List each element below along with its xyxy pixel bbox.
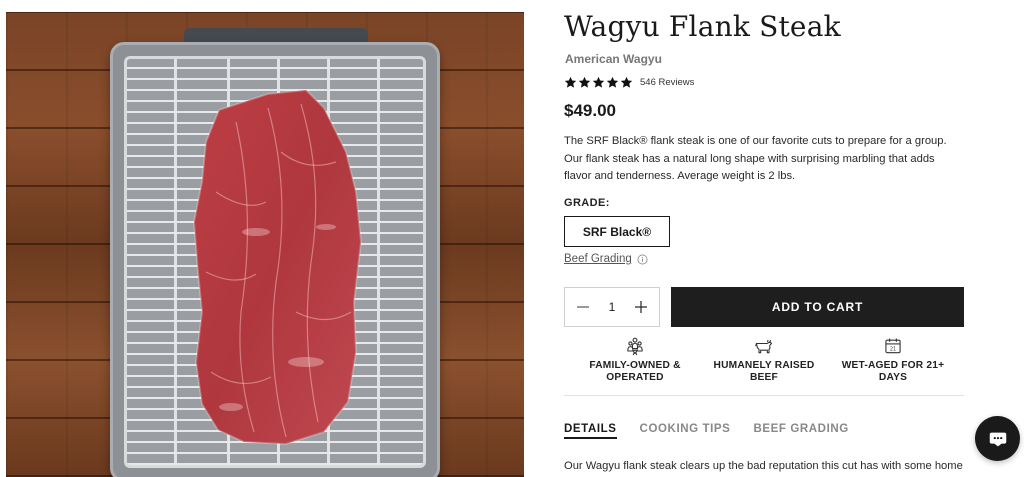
feature-family-owned: FAMILY-OWNED & OPERATED xyxy=(570,336,700,384)
beef-grading-link-label[interactable]: Beef Grading xyxy=(564,253,632,265)
calendar-icon: 21 xyxy=(885,338,901,354)
feature-wet-aged: 21 WET-AGED FOR 21+ DAYS xyxy=(828,336,958,384)
details-text: Our Wagyu flank steak clears up the bad … xyxy=(564,460,963,472)
feature-badges: FAMILY-OWNED & OPERATED HUMANELY RAISED … xyxy=(564,336,964,396)
rating[interactable]: 546 Reviews xyxy=(564,76,694,89)
product-subtitle: American Wagyu xyxy=(565,52,662,66)
increase-quantity-button[interactable] xyxy=(632,298,650,316)
chat-button[interactable] xyxy=(975,416,1020,461)
reviews-count[interactable]: 546 Reviews xyxy=(640,77,694,88)
quantity-stepper[interactable]: 1 xyxy=(564,287,660,327)
product-description: The SRF Black® flank steak is one of our… xyxy=(564,135,947,182)
product-image[interactable] xyxy=(6,12,524,477)
add-to-cart-button[interactable]: ADD TO CART xyxy=(671,287,964,327)
grade-option-srf-black[interactable]: SRF Black® xyxy=(564,216,670,247)
decrease-quantity-button[interactable] xyxy=(574,298,592,316)
svg-text:21: 21 xyxy=(890,347,896,353)
star-icon xyxy=(592,76,605,88)
minus-icon xyxy=(577,306,589,308)
star-icon xyxy=(606,76,619,88)
tab-beef-grading[interactable]: BEEF GRADING xyxy=(753,423,848,439)
star-icon xyxy=(620,76,633,88)
quantity-value[interactable]: 1 xyxy=(609,300,616,314)
product-price: $49.00 xyxy=(564,101,616,120)
star-icon xyxy=(564,76,577,88)
feature-label: HUMANELY RAISED BEEF xyxy=(713,360,815,383)
flank-steak-image xyxy=(192,88,363,446)
product-title: Wagyu Flank Steak xyxy=(564,10,841,43)
family-icon xyxy=(627,337,643,356)
chat-icon xyxy=(989,432,1006,446)
info-icon[interactable] xyxy=(637,254,648,265)
cow-icon xyxy=(755,339,773,354)
product-tabs: DETAILS COOKING TIPS BEEF GRADING xyxy=(564,423,872,439)
grade-label: GRADE: xyxy=(564,197,610,209)
tab-cooking-tips[interactable]: COOKING TIPS xyxy=(640,423,731,439)
plus-icon xyxy=(635,301,647,313)
star-icon xyxy=(578,76,591,88)
feature-humanely-raised: HUMANELY RAISED BEEF xyxy=(699,336,829,384)
beef-grading-link[interactable]: Beef Grading xyxy=(564,253,648,265)
tab-details[interactable]: DETAILS xyxy=(564,423,617,439)
feature-label: WET-AGED FOR 21+ DAYS xyxy=(841,360,945,383)
feature-label: FAMILY-OWNED & OPERATED xyxy=(589,360,681,383)
